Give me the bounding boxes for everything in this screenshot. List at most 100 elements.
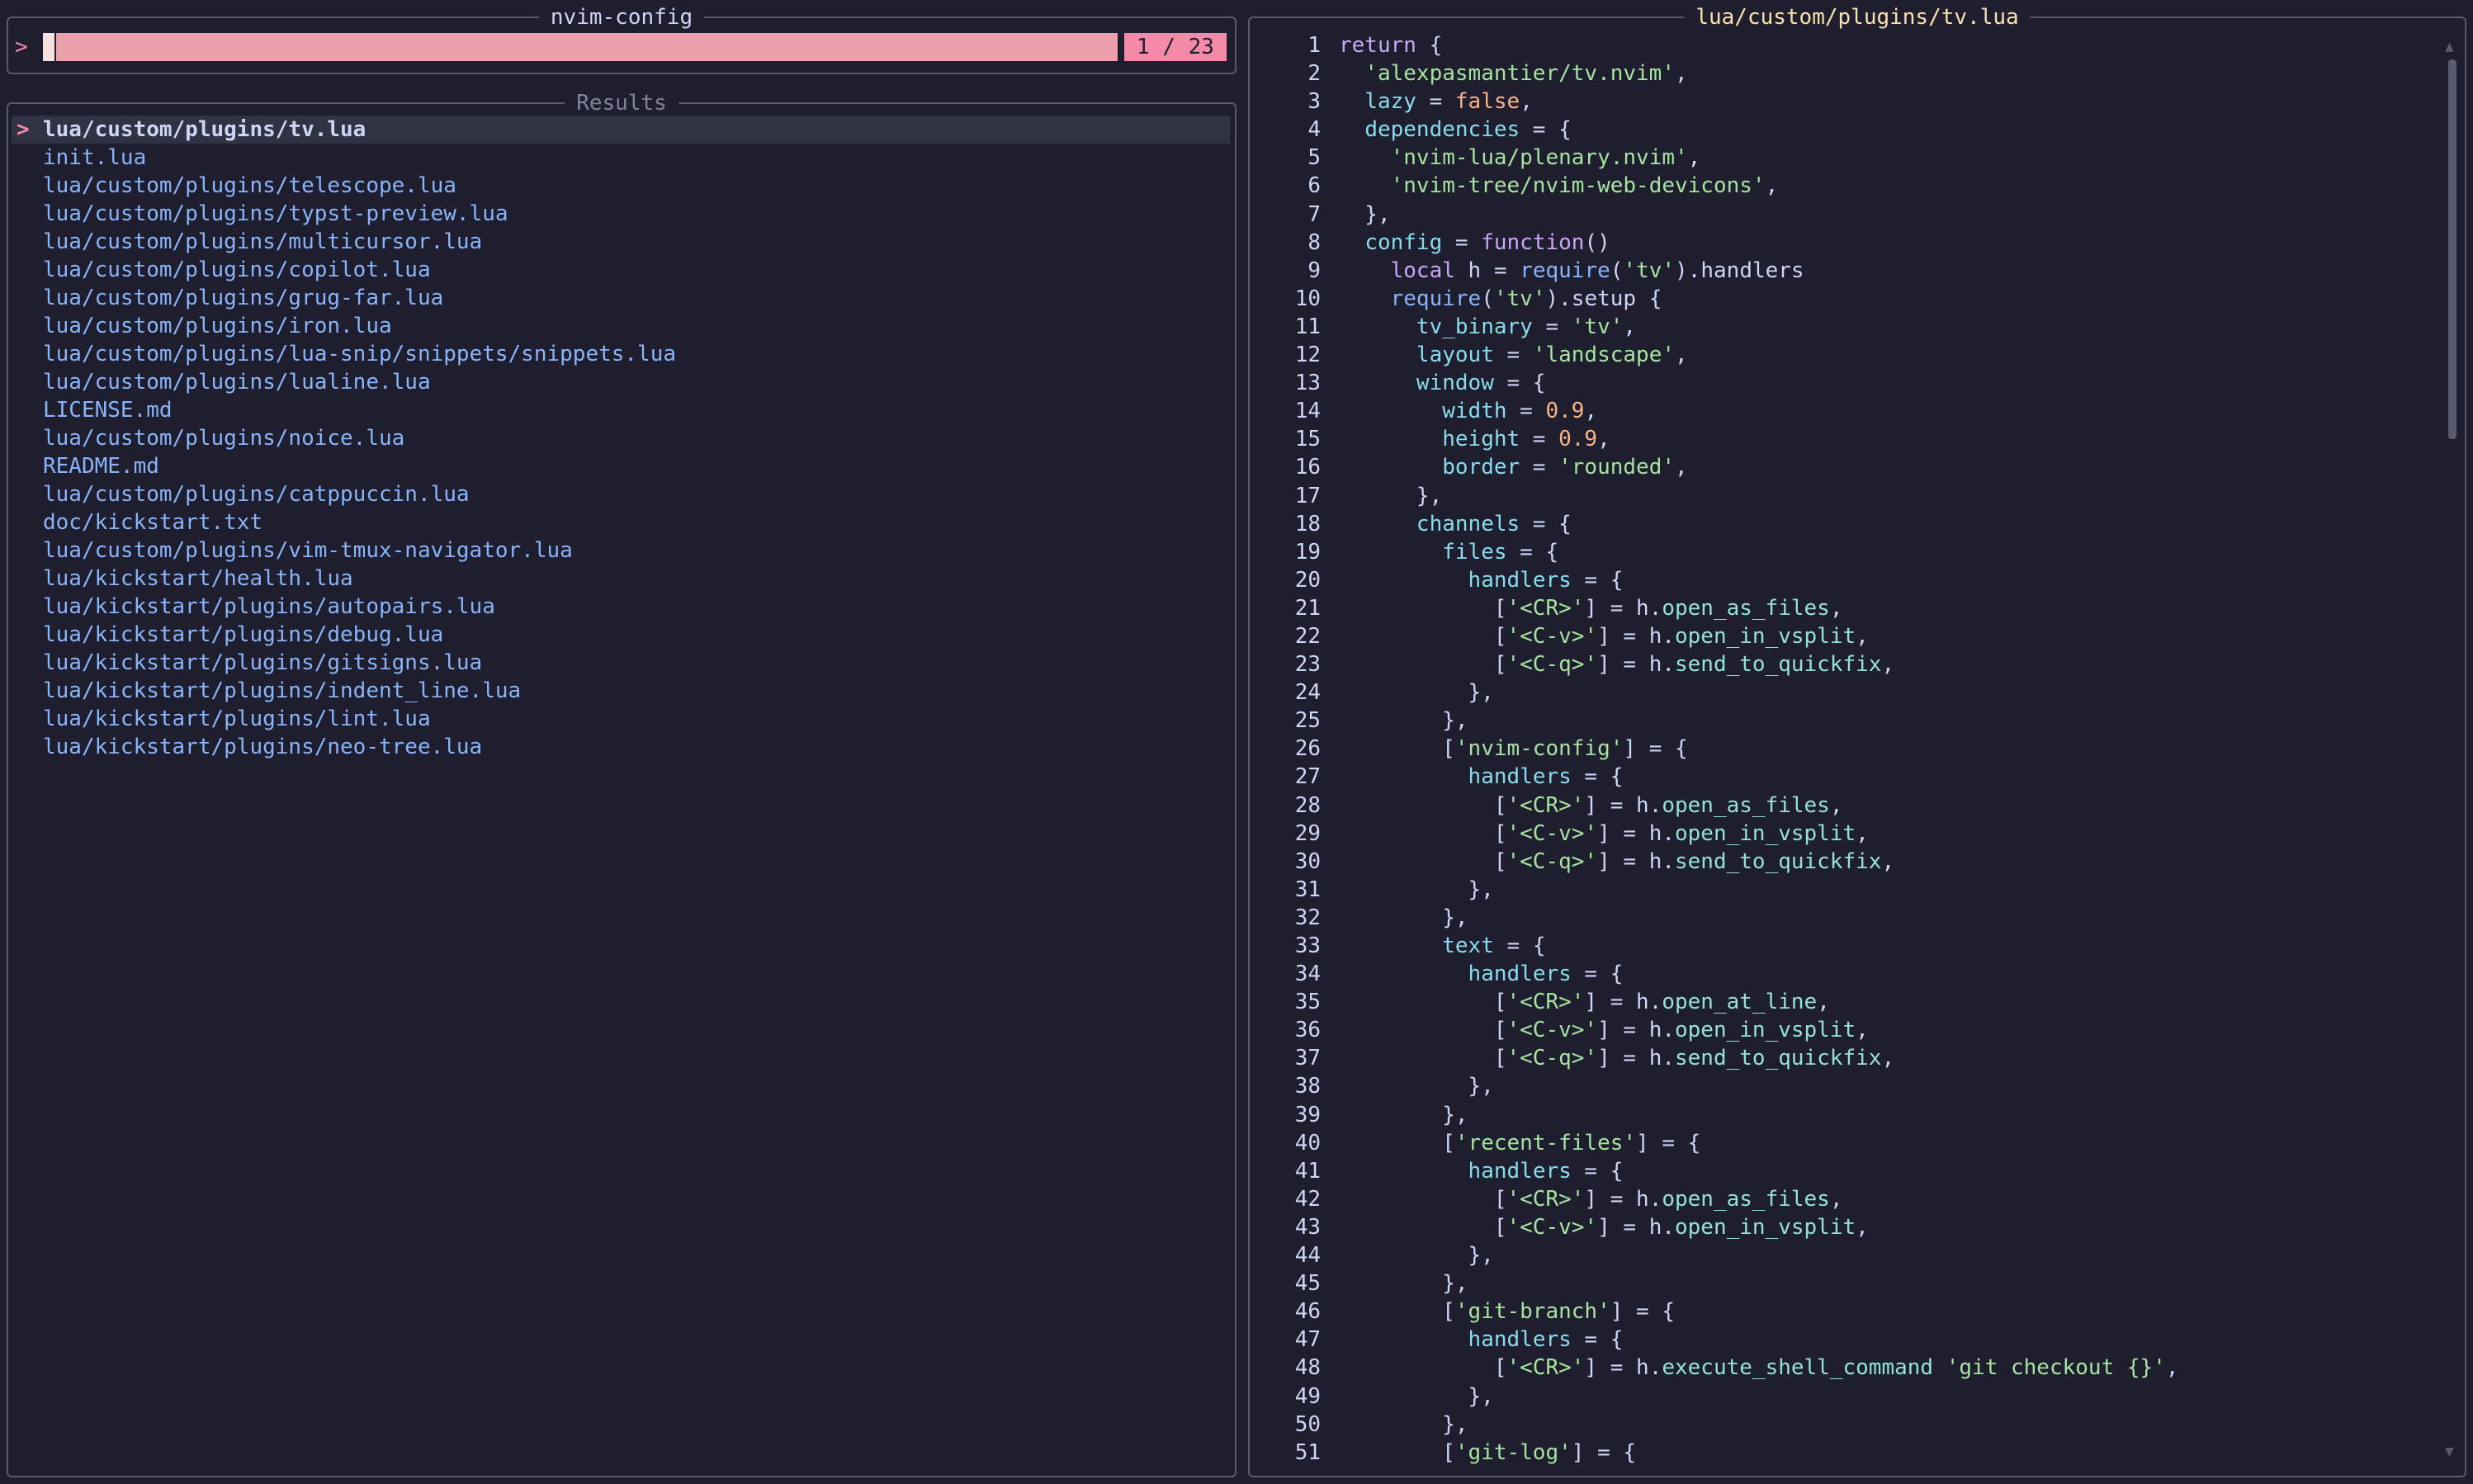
- result-item[interactable]: lua/kickstart/health.lua: [12, 565, 1230, 593]
- code-token: = {: [1571, 764, 1624, 790]
- search-input[interactable]: [56, 33, 1118, 61]
- result-item[interactable]: init.lua: [12, 144, 1230, 172]
- line-number: 33: [1294, 933, 1321, 958]
- result-item[interactable]: lua/custom/plugins/catppuccin.lua: [12, 480, 1230, 508]
- channel-title: nvim-config: [538, 5, 705, 30]
- scroll-down-icon[interactable]: ▼: [2445, 1444, 2454, 1459]
- result-item[interactable]: lua/kickstart/plugins/gitsigns.lua: [12, 649, 1230, 677]
- line-number: 18: [1294, 511, 1321, 536]
- code-token: ,: [1675, 343, 1688, 368]
- code-token: 'nvim-config': [1454, 736, 1624, 762]
- result-item[interactable]: lua/kickstart/plugins/debug.lua: [12, 621, 1230, 649]
- result-item[interactable]: lua/kickstart/plugins/autopairs.lua: [12, 593, 1230, 621]
- code-token: ,: [1829, 595, 1843, 621]
- code-line: 51 ['git-log'] = {: [1250, 1439, 2432, 1467]
- result-item[interactable]: lua/custom/plugins/grug-far.lua: [12, 284, 1230, 312]
- result-path: lua/custom/plugins/tv.lua: [43, 117, 366, 142]
- result-item[interactable]: lua/custom/plugins/copilot.lua: [12, 256, 1230, 284]
- code-token: ] = {: [1571, 1439, 1637, 1465]
- code-token: ,: [1623, 314, 1637, 339]
- code-token: ] = {: [1636, 1130, 1701, 1156]
- code-token: ] = h.: [1597, 1214, 1675, 1240]
- code-line: 4 dependencies = {: [1250, 116, 2432, 144]
- code-token: [: [1339, 1018, 1507, 1043]
- code-token: '<CR>': [1506, 1186, 1585, 1212]
- code-line: 3 lazy = false,: [1250, 87, 2432, 116]
- code-token: text: [1442, 933, 1494, 958]
- code-line: 23 ['<C-q>'] = h.send_to_quickfix,: [1250, 650, 2432, 678]
- preview-title: lua/custom/plugins/tv.lua: [1684, 5, 2031, 30]
- scroll-up-icon[interactable]: ▲: [2445, 40, 2454, 54]
- result-path: lua/custom/plugins/copilot.lua: [43, 258, 431, 282]
- result-path: lua/custom/plugins/lualine.lua: [43, 370, 431, 395]
- scrollbar-thumb[interactable]: [2448, 59, 2456, 439]
- line-number: 45: [1294, 1271, 1321, 1297]
- code-line: 50 },: [1250, 1411, 2432, 1439]
- code-token: },: [1339, 1243, 1494, 1269]
- code-token: 'tv': [1571, 314, 1624, 339]
- line-number: 10: [1294, 286, 1321, 311]
- code-token: send_to_quickfix: [1675, 1046, 1882, 1071]
- result-item-selected[interactable]: > lua/custom/plugins/tv.lua: [12, 116, 1230, 144]
- result-item[interactable]: lua/custom/plugins/vim-tmux-navigator.lu…: [12, 536, 1230, 565]
- code-token: '<CR>': [1506, 1355, 1585, 1381]
- code-token: },: [1339, 1383, 1494, 1409]
- code-token: [: [1339, 1046, 1507, 1071]
- code-token: ,: [1881, 1046, 1895, 1071]
- code-line: 25 },: [1250, 707, 2432, 735]
- code-token: ,: [2165, 1355, 2179, 1381]
- line-number: 36: [1294, 1018, 1321, 1043]
- result-item[interactable]: LICENSE.md: [12, 396, 1230, 424]
- code-token: [: [1339, 736, 1455, 762]
- result-item[interactable]: lua/custom/plugins/multicursor.lua: [12, 228, 1230, 256]
- code-token: ,: [1520, 89, 1533, 115]
- code-token: open_in_vsplit: [1675, 1018, 1856, 1043]
- code-token: ,: [1687, 145, 1701, 171]
- code-token: execute_shell_command: [1662, 1355, 1934, 1381]
- code-token: ] = h.: [1584, 792, 1662, 818]
- result-item[interactable]: lua/kickstart/plugins/lint.lua: [12, 705, 1230, 733]
- code-line: 2 'alexpasmantier/tv.nvim',: [1250, 59, 2432, 87]
- results-panel: Results > lua/custom/plugins/tv.lua init.l…: [7, 91, 1236, 1477]
- code-token: local: [1390, 258, 1455, 283]
- result-item[interactable]: lua/custom/plugins/telescope.lua: [12, 172, 1230, 200]
- result-item[interactable]: lua/kickstart/plugins/indent_line.lua: [12, 677, 1230, 705]
- code-line: 7 },: [1250, 201, 2432, 229]
- code-token: },: [1339, 708, 1468, 734]
- code-token: ).setup {: [1545, 286, 1662, 311]
- result-item[interactable]: doc/kickstart.txt: [12, 508, 1230, 536]
- result-item[interactable]: lua/custom/plugins/iron.lua: [12, 312, 1230, 340]
- result-item[interactable]: lua/custom/plugins/noice.lua: [12, 424, 1230, 452]
- preview-scrollbar[interactable]: ▲ ▼: [2445, 40, 2458, 1459]
- search-input-panel[interactable]: nvim-config > 1 / 23: [7, 5, 1236, 74]
- code-line: 44 },: [1250, 1241, 2432, 1269]
- code-token: ,: [1856, 623, 1869, 649]
- result-item[interactable]: lua/kickstart/plugins/neo-tree.lua: [12, 733, 1230, 761]
- code-line: 36 ['<C-v>'] = h.open_in_vsplit,: [1250, 1016, 2432, 1044]
- code-token: {: [1416, 33, 1443, 58]
- code-token: send_to_quickfix: [1675, 848, 1882, 874]
- line-number: 19: [1294, 539, 1321, 565]
- code-token: window: [1416, 371, 1494, 396]
- result-item[interactable]: lua/custom/plugins/lua-snip/snippets/sni…: [12, 340, 1230, 368]
- result-item[interactable]: lua/custom/plugins/typst-preview.lua: [12, 200, 1230, 228]
- result-item[interactable]: lua/custom/plugins/lualine.lua: [12, 368, 1230, 396]
- code-token: ,: [1675, 455, 1688, 480]
- code-token: tv_binary: [1416, 314, 1533, 339]
- results-list: > lua/custom/plugins/tv.lua init.lua lua/cu…: [8, 116, 1235, 761]
- code-token: [: [1339, 1214, 1507, 1240]
- line-number: 43: [1294, 1214, 1321, 1240]
- code-token: [: [1339, 1186, 1507, 1212]
- code-token: ,: [1817, 990, 1830, 1015]
- result-item[interactable]: README.md: [12, 452, 1230, 480]
- code-line: 30 ['<C-q>'] = h.send_to_quickfix,: [1250, 848, 2432, 876]
